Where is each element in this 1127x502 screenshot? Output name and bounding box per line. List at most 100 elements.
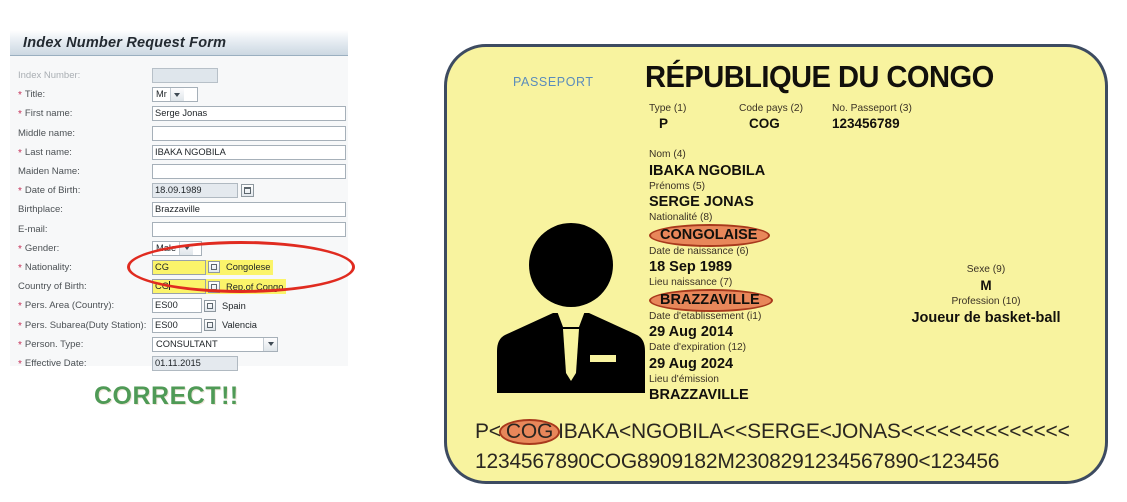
caption-date-naissance: Date de naissance (6) — [649, 245, 749, 257]
form-row-nationality: * Nationality: CG Congolese — [18, 258, 342, 277]
form-row-pers-subarea: * Pers. Subarea(Duty Station): ES00 Vale… — [18, 315, 342, 334]
title-select[interactable]: Mr — [152, 87, 198, 103]
last-name-input[interactable]: IBAKA NGOBILA — [152, 144, 346, 160]
value-country-code: COG — [749, 116, 780, 131]
value-help-icon[interactable] — [204, 299, 216, 312]
caption-lieu-emission: Lieu d'émission — [649, 373, 719, 385]
form-row-birthplace: Birthplace: Brazzaville — [18, 200, 346, 219]
form-row-country-of-birth: Country of Birth: CG Rep.of Congo — [18, 277, 342, 296]
caption-date-etablissement: Date d'etablissement (i1) — [649, 310, 762, 322]
form-row-title: * Title: Mr — [18, 85, 342, 104]
required-asterisk: * — [18, 186, 22, 198]
label-middle-name: Middle name: — [18, 127, 76, 139]
label-birthplace: Birthplace: — [18, 204, 63, 216]
mrz-line-2: 1234567890COG8909182M2308291234567890<12… — [475, 450, 1000, 473]
passport-field-lieu-naissance: Lieu naissance (7) BRAZZAVILLE — [649, 276, 899, 312]
form-row-index-number: Index Number: — [18, 66, 342, 85]
form-row-maiden-name: Maiden Name: — [18, 162, 346, 181]
caption-prenoms: Prénoms (5) — [649, 180, 706, 192]
gender-select-value: Male — [156, 242, 177, 253]
passport-right-column: Sexe (9) M Profession (10) Joueur de bas… — [881, 263, 1091, 327]
form-row-middle-name: Middle name: — [18, 124, 346, 143]
birthplace-input[interactable]: Brazzaville — [152, 202, 346, 218]
value-nationalite-callout: CONGOLAISE — [649, 223, 771, 247]
text-cursor — [168, 281, 170, 291]
form-row-person-type: * Person. Type: CONSULTANT — [18, 335, 342, 354]
required-asterisk: * — [18, 243, 22, 255]
page-title: Index Number Request Form — [23, 34, 227, 51]
value-help-icon[interactable] — [208, 261, 220, 274]
passport-field-country-code: Code pays (2) COG — [739, 102, 803, 132]
label-pers-subarea: * Pers. Subarea(Duty Station): — [18, 319, 147, 332]
caption-nationalite: Nationalité (8) — [649, 212, 713, 223]
label-gender: * Gender: — [18, 242, 60, 255]
form-row-effective-date: * Effective Date: 01.11.2015 — [18, 354, 342, 373]
country-of-birth-input[interactable]: CG — [152, 279, 206, 295]
gender-select[interactable]: Male — [152, 240, 202, 256]
value-date-etablissement: 29 Aug 2014 — [649, 324, 734, 340]
passport-field-type: Type (1) P — [649, 102, 686, 132]
label-date-of-birth: * Date of Birth: — [18, 185, 81, 198]
chevron-down-icon[interactable] — [169, 88, 184, 102]
required-asterisk: * — [18, 90, 22, 102]
required-asterisk: * — [18, 109, 22, 121]
chevron-down-icon[interactable] — [263, 337, 277, 351]
passport-field-nom: Nom (4) IBAKA NGOBILA — [649, 148, 899, 181]
form-row-gender: * Gender: Male — [18, 239, 342, 258]
value-type: P — [659, 116, 669, 131]
pers-area-input[interactable]: ES00 — [152, 298, 202, 314]
required-asterisk: * — [18, 339, 22, 351]
passport-field-number: No. Passeport (3) 123456789 — [832, 102, 912, 132]
passport-field-nationalite: Nationalité (8) CONGOLAISE — [649, 211, 899, 247]
form-row-last-name: * Last name: IBAKA NGOBILA — [18, 143, 346, 162]
calendar-icon[interactable] — [241, 184, 254, 198]
label-last-name: * Last name: — [18, 146, 72, 159]
form-header: Index Number Request Form — [10, 30, 348, 56]
label-nationality: * Nationality: — [18, 261, 72, 274]
date-of-birth-input[interactable]: 18.09.1989 — [152, 183, 238, 199]
form-row-date-of-birth: * Date of Birth: 18.09.1989 — [18, 181, 342, 200]
value-help-icon[interactable] — [204, 319, 216, 332]
passport-field-lieu-emission: Lieu d'émission BRAZZAVILLE — [649, 373, 899, 406]
country-of-birth-description: Rep.of Congo — [226, 281, 284, 292]
pers-subarea-input[interactable]: ES00 — [152, 317, 202, 333]
required-asterisk: * — [18, 262, 22, 274]
passport-kind-label: PASSEPORT — [513, 75, 594, 89]
caption-country-code: Code pays (2) — [739, 103, 803, 114]
index-number-request-form-panel: Index Number Request Form Index Number: … — [10, 30, 348, 371]
nationality-input[interactable]: CG — [152, 259, 206, 275]
person-type-select[interactable]: CONSULTANT — [152, 336, 278, 352]
email-field[interactable] — [152, 221, 346, 237]
passport-card: PASSEPORT RÉPUBLIQUE DU CONGO Type (1) P… — [444, 44, 1108, 484]
value-help-icon[interactable] — [208, 280, 220, 293]
person-in-suit-icon — [495, 217, 647, 397]
form-row-email: E-mail: — [18, 220, 346, 239]
chevron-down-icon[interactable] — [179, 241, 194, 255]
middle-name-input[interactable] — [152, 125, 346, 141]
required-asterisk: * — [18, 320, 22, 332]
mrz-line-1-prefix: P< — [475, 420, 501, 443]
caption-sexe: Sexe (9) — [966, 264, 1006, 275]
value-lieu-emission: BRAZZAVILLE — [649, 387, 749, 403]
form-body: Index Number: * Title: Mr * First name: … — [10, 56, 348, 379]
pers-area-description: Spain — [222, 300, 246, 311]
first-name-input[interactable]: Serge Jonas — [152, 106, 346, 122]
mrz-country-callout: COG — [498, 417, 561, 447]
passport-field-date-etablissement: Date d'etablissement (i1) 29 Aug 2014 — [649, 310, 899, 343]
passport-fields-column: Nom (4) IBAKA NGOBILA Prénoms (5) SERGE … — [649, 148, 899, 404]
pers-subarea-description: Valencia — [222, 320, 257, 331]
label-effective-date: * Effective Date: — [18, 357, 87, 370]
value-date-naissance: 18 Sep 1989 — [649, 259, 733, 275]
passport-field-date-expiration: Date d'expiration (12) 29 Aug 2024 — [649, 341, 899, 374]
maiden-name-input[interactable] — [152, 164, 346, 180]
label-maiden-name: Maiden Name: — [18, 166, 80, 178]
index-number-input — [152, 68, 218, 84]
value-prenoms: SERGE JONAS — [649, 194, 754, 210]
title-select-value: Mr — [156, 89, 167, 100]
form-row-pers-area: * Pers. Area (Country): ES00 Spain — [18, 296, 342, 315]
effective-date-input[interactable]: 01.11.2015 — [152, 355, 238, 371]
machine-readable-zone: P< COG IBAKA<NGOBILA<<SERGE<JONAS<<<<<<<<<… — [467, 417, 1105, 477]
value-passport-number: 123456789 — [832, 116, 900, 131]
value-sexe: M — [980, 278, 992, 293]
label-index-number: Index Number: — [18, 70, 81, 82]
